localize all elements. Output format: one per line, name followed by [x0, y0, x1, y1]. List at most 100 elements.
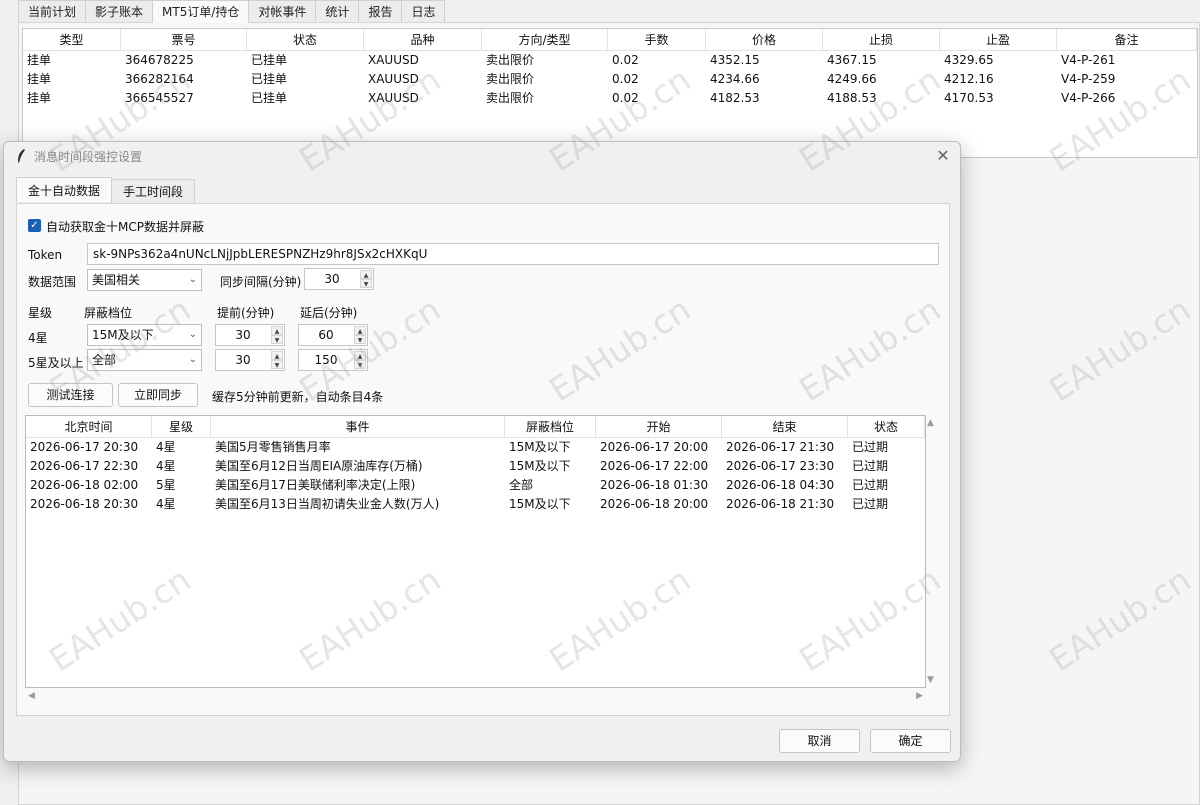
dialog-titlebar[interactable]: 消息时间段强控设置 ✕ — [4, 142, 960, 170]
token-input[interactable]: sk-9NPs362a4nUNcLNjJpbLERESPNZHz9hr8JSx2… — [87, 243, 939, 265]
col-header-end[interactable]: 结束 — [722, 416, 848, 437]
col-header-tp[interactable]: 止盈 — [940, 29, 1057, 50]
block-level-col-label: 屏蔽档位 — [84, 306, 133, 320]
cell: 已挂单 — [251, 91, 288, 105]
chevron-down-icon: ⌄ — [188, 274, 197, 285]
cell: 2026-06-18 20:00 — [600, 497, 709, 511]
spin-down-icon[interactable]: ▼ — [271, 335, 283, 344]
star4-level-select[interactable]: 15M及以下 ⌄ — [87, 324, 202, 346]
cell: 4329.65 — [944, 53, 994, 67]
ok-button[interactable]: 确定 — [870, 729, 951, 753]
events-vertical-scrollbar[interactable]: ▲ ▼ — [925, 415, 939, 688]
cell: 挂单 — [27, 72, 52, 86]
spin-up-icon[interactable]: ▲ — [354, 351, 366, 360]
auto-fetch-checkbox[interactable]: ✓ — [28, 219, 41, 232]
spin-up-icon[interactable]: ▲ — [360, 270, 372, 279]
cell: 0.02 — [612, 53, 639, 67]
cancel-button[interactable]: 取消 — [779, 729, 860, 753]
table-row[interactable]: 挂单 366282164 已挂单 XAUUSD 卖出限价 0.02 4234.6… — [23, 70, 1197, 89]
scope-select[interactable]: 美国相关 ⌄ — [87, 269, 202, 291]
events-horizontal-scrollbar[interactable]: ◀ ▶ — [25, 690, 926, 704]
scroll-right-icon[interactable]: ▶ — [916, 691, 923, 701]
cell: 2026-06-17 23:30 — [726, 459, 835, 473]
cell: 2026-06-17 22:00 — [600, 459, 709, 473]
star5-before-stepper[interactable]: 30 ▲ ▼ — [215, 349, 285, 371]
spin-up-icon[interactable]: ▲ — [271, 326, 283, 335]
table-row[interactable]: 挂单 366545527 已挂单 XAUUSD 卖出限价 0.02 4182.5… — [23, 89, 1197, 108]
events-table: 北京时间 星级 事件 屏蔽档位 开始 结束 状态 2026-06-17 20:3… — [25, 415, 926, 688]
spin-up-icon[interactable]: ▲ — [354, 326, 366, 335]
table-row[interactable]: 2026-06-18 02:00 5星 美国至6月17日美联储利率决定(上限) … — [26, 476, 925, 495]
col-header-event[interactable]: 事件 — [211, 416, 505, 437]
star5-after-value: 150 — [314, 353, 338, 367]
table-row[interactable]: 2026-06-18 20:30 4星 美国至6月13日当周初请失业金人数(万人… — [26, 495, 925, 514]
star4-before-stepper[interactable]: 30 ▲ ▼ — [215, 324, 285, 346]
test-connection-button[interactable]: 测试连接 — [28, 383, 113, 407]
scroll-up-icon[interactable]: ▲ — [927, 418, 934, 428]
col-header-symbol[interactable]: 品种 — [364, 29, 482, 50]
col-header-type[interactable]: 类型 — [23, 29, 121, 50]
tab-reconcile-events[interactable]: 对帐事件 — [248, 0, 317, 22]
col-header-direction[interactable]: 方向/类型 — [482, 29, 608, 50]
table-row[interactable]: 2026-06-17 20:30 4星 美国5月零售销售月率 15M及以下 20… — [26, 438, 925, 457]
after-col-label: 延后(分钟) — [300, 306, 358, 320]
star5-level-select[interactable]: 全部 ⌄ — [87, 349, 202, 371]
scope-label: 数据范围 — [28, 275, 77, 289]
spin-down-icon[interactable]: ▼ — [271, 360, 283, 369]
cell: 已挂单 — [251, 53, 288, 67]
cell: 已过期 — [852, 459, 889, 473]
col-header-start[interactable]: 开始 — [596, 416, 722, 437]
sync-interval-label: 同步间隔(分钟) — [220, 275, 302, 289]
auto-fetch-label: 自动获取金十MCP数据并屏蔽 — [46, 220, 204, 234]
scroll-left-icon[interactable]: ◀ — [28, 691, 35, 701]
chevron-down-icon: ⌄ — [188, 354, 197, 365]
scope-value: 美国相关 — [92, 273, 141, 287]
star4-level-value: 15M及以下 — [92, 328, 154, 342]
sync-interval-stepper[interactable]: 30 ▲ ▼ — [304, 268, 374, 290]
tab-log[interactable]: 日志 — [401, 0, 446, 22]
tab-current-plan[interactable]: 当前计划 — [18, 0, 87, 22]
spin-down-icon[interactable]: ▼ — [354, 335, 366, 344]
tab-mt5-orders[interactable]: MT5订单/持仓 — [152, 0, 250, 23]
col-header-beijing-time[interactable]: 北京时间 — [26, 416, 152, 437]
main-tab-bar: 当前计划 影子账本 MT5订单/持仓 对帐事件 统计 报告 日志 — [18, 0, 446, 23]
col-header-sl[interactable]: 止损 — [823, 29, 940, 50]
star5-after-stepper[interactable]: 150 ▲ ▼ — [298, 349, 368, 371]
cell: 已过期 — [852, 478, 889, 492]
cell: 2026-06-18 02:00 — [30, 478, 139, 492]
tab-shadow-ledger[interactable]: 影子账本 — [85, 0, 154, 22]
cell: 364678225 — [125, 53, 194, 67]
cell: 2026-06-18 04:30 — [726, 478, 835, 492]
scroll-down-icon[interactable]: ▼ — [927, 675, 934, 685]
col-header-comment[interactable]: 备注 — [1057, 29, 1197, 50]
cell: 0.02 — [612, 72, 639, 86]
cell: V4-P-261 — [1061, 53, 1116, 67]
spin-down-icon[interactable]: ▼ — [360, 279, 372, 288]
cell: 4352.15 — [710, 53, 760, 67]
cell: 挂单 — [27, 91, 52, 105]
col-header-lots[interactable]: 手数 — [608, 29, 706, 50]
col-header-state[interactable]: 状态 — [848, 416, 925, 437]
col-header-block-level[interactable]: 屏蔽档位 — [505, 416, 596, 437]
table-row[interactable]: 2026-06-17 22:30 4星 美国至6月12日当周EIA原油库存(万桶… — [26, 457, 925, 476]
tab-report[interactable]: 报告 — [358, 0, 403, 22]
tab-manual-periods[interactable]: 手工时间段 — [111, 179, 196, 203]
tab-statistics[interactable]: 统计 — [315, 0, 360, 22]
cell: 2026-06-18 01:30 — [600, 478, 709, 492]
spin-up-icon[interactable]: ▲ — [271, 351, 283, 360]
sync-now-button[interactable]: 立即同步 — [118, 383, 198, 407]
close-icon[interactable]: ✕ — [934, 147, 952, 165]
col-header-price[interactable]: 价格 — [706, 29, 823, 50]
star4-after-stepper[interactable]: 60 ▲ ▼ — [298, 324, 368, 346]
table-row[interactable]: 挂单 364678225 已挂单 XAUUSD 卖出限价 0.02 4352.1… — [23, 51, 1197, 70]
tab-jin10-auto[interactable]: 金十自动数据 — [16, 177, 113, 202]
orders-table: 类型 票号 状态 品种 方向/类型 手数 价格 止损 止盈 备注 挂单 3646… — [22, 28, 1198, 158]
cell: 已过期 — [852, 497, 889, 511]
col-header-star[interactable]: 星级 — [152, 416, 211, 437]
col-header-ticket[interactable]: 票号 — [121, 29, 247, 50]
cell: XAUUSD — [368, 72, 419, 86]
spin-down-icon[interactable]: ▼ — [354, 360, 366, 369]
cell: 2026-06-18 21:30 — [726, 497, 835, 511]
col-header-status[interactable]: 状态 — [247, 29, 364, 50]
cell: 5星 — [156, 478, 176, 492]
